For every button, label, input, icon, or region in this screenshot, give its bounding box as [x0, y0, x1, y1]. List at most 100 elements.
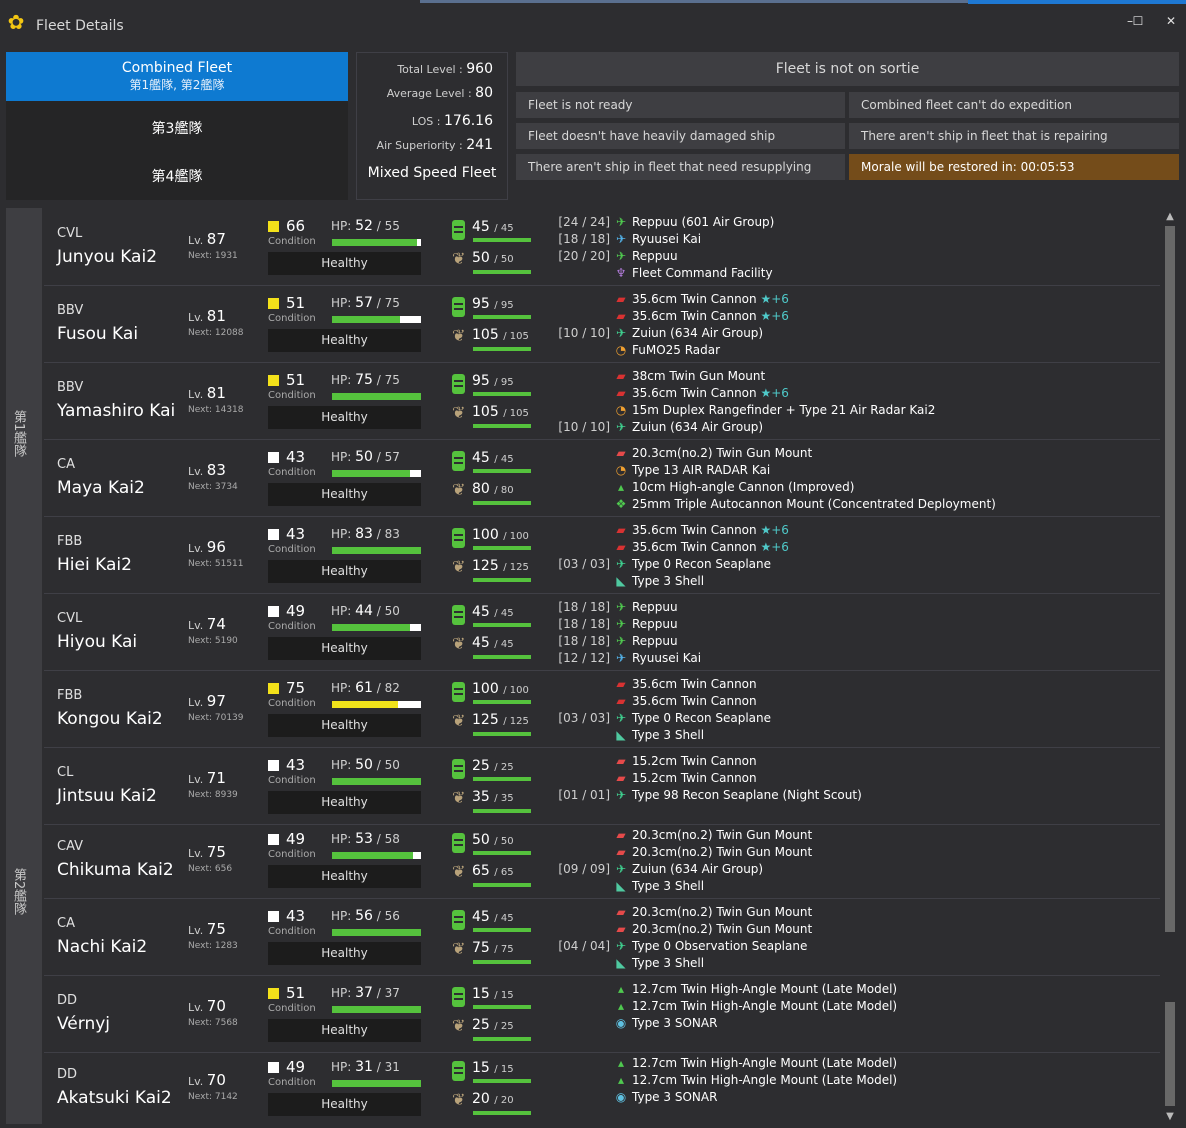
- equipment-item[interactable]: ▰ 15.2cm Twin Cannon: [552, 770, 1152, 787]
- fuel-current: 45: [472, 450, 490, 466]
- ship-name: Nachi Kai2: [57, 937, 148, 957]
- equipment-item[interactable]: ▰ 15.2cm Twin Cannon: [552, 753, 1152, 770]
- equipment-item[interactable]: ▰ 35.6cm Twin Cannon ★+6: [552, 385, 1152, 402]
- ship-row[interactable]: CVL Junyou Kai2 Lv. 87 Next: 1931 66 Conditio…: [44, 209, 1160, 286]
- fleet-speed: Mixed Speed Fleet: [367, 165, 497, 181]
- equipment-item[interactable]: ◔ 15m Duplex Rangefinder + Type 21 Air Ra…: [552, 402, 1152, 419]
- equipment-item[interactable]: ▰ 20.3cm(no.2) Twin Gun Mount: [552, 445, 1152, 462]
- equipment-item[interactable]: ❖ 25mm Triple Autocannon Mount (Concentra…: [552, 496, 1152, 513]
- equipment-item[interactable]: ▰ 35.6cm Twin Cannon: [552, 676, 1152, 693]
- ship-row[interactable]: CVL Hiyou Kai Lv. 74 Next: 5190 49 Condition H…: [44, 594, 1160, 671]
- equipment-item[interactable]: [03 / 03] ✈ Type 0 Recon Seaplane: [552, 556, 1152, 573]
- equipment-item[interactable]: ◉ Type 3 SONAR: [552, 1089, 1152, 1106]
- tab-fleet-4[interactable]: 第4艦隊: [6, 166, 348, 186]
- equipment-item[interactable]: ◣ Type 3 Shell: [552, 727, 1152, 744]
- ship-name: Junyou Kai2: [57, 247, 158, 267]
- ammo-value: 80 / 80: [472, 481, 514, 497]
- hp-display: HP: 50 / 50: [331, 757, 400, 773]
- equipment-improvement-star: ★+6: [760, 386, 789, 400]
- hp-display: HP: 53 / 58: [331, 831, 400, 847]
- ship-row[interactable]: DD Vérnyj Lv. 70 Next: 7568 51 Condition HP: 3…: [44, 976, 1160, 1053]
- equipment-name: 15m Duplex Rangefinder + Type 21 Air Rad…: [632, 402, 935, 419]
- equipment-item[interactable]: [04 / 04] ✈ Type 0 Observation Seaplane: [552, 938, 1152, 955]
- equipment-item[interactable]: ▴ 10cm High-angle Cannon (Improved): [552, 479, 1152, 496]
- equipment-name: Type 0 Recon Seaplane: [632, 556, 771, 573]
- equipment-item[interactable]: ▰ 35.6cm Twin Cannon ★+6: [552, 291, 1152, 308]
- ship-row[interactable]: CAV Chikuma Kai2 Lv. 75 Next: 656 49 Conditio…: [44, 822, 1160, 899]
- hp-bar: [332, 778, 421, 785]
- equipment-item[interactable]: ▰ 35.6cm Twin Cannon: [552, 693, 1152, 710]
- equipment-item[interactable]: ▰ 20.3cm(no.2) Twin Gun Mount: [552, 904, 1152, 921]
- equipment-item[interactable]: ◔ FuMO25 Radar: [552, 342, 1152, 359]
- ship-row[interactable]: FBB Hiei Kai2 Lv. 96 Next: 51511 43 Condition…: [44, 517, 1160, 594]
- ship-row[interactable]: BBV Fusou Kai Lv. 81 Next: 12088 51 Condition…: [44, 286, 1160, 363]
- close-button[interactable]: ✕: [1161, 13, 1181, 29]
- tab-combined-fleet[interactable]: Combined Fleet 第1艦隊, 第2艦隊: [6, 52, 348, 101]
- equipment-name-text: Reppuu: [632, 249, 678, 263]
- equipment-item[interactable]: ▴ 12.7cm Twin High-Angle Mount (Late Mode…: [552, 1055, 1152, 1072]
- ammo-max: 35: [500, 793, 514, 804]
- hp-max: 82: [384, 681, 400, 695]
- equipment-item[interactable]: [03 / 03] ✈ Type 0 Recon Seaplane: [552, 710, 1152, 727]
- equipment-slot-count: [03 / 03]: [558, 557, 610, 571]
- equipment-item[interactable]: ▰ 35.6cm Twin Cannon ★+6: [552, 522, 1152, 539]
- equipment-item[interactable]: ♆ Fleet Command Facility: [552, 265, 1152, 282]
- hp-max: 31: [384, 1060, 400, 1074]
- equipment-item[interactable]: [01 / 01] ✈ Type 98 Recon Seaplane (Night …: [552, 787, 1152, 804]
- equipment-item[interactable]: ▰ 20.3cm(no.2) Twin Gun Mount: [552, 921, 1152, 938]
- fuel-value: 15 / 15: [472, 1060, 514, 1076]
- equipment-name-text: Type 0 Recon Seaplane: [632, 711, 772, 725]
- ammo-icon: ❦: [452, 711, 466, 730]
- equipment-item[interactable]: ◉ Type 3 SONAR: [552, 1015, 1152, 1032]
- fuel-current: 45: [472, 219, 490, 235]
- scroll-down-arrow-icon[interactable]: ▼: [1163, 1110, 1177, 1124]
- tab-fleet-3[interactable]: 第3艦隊: [6, 118, 348, 138]
- equipment-name: FuMO25 Radar: [632, 342, 720, 359]
- equipment-item[interactable]: ▰ 20.3cm(no.2) Twin Gun Mount: [552, 844, 1152, 861]
- ammo-icon: ❦: [452, 557, 466, 576]
- condition-indicator: [268, 529, 279, 540]
- ship-row[interactable]: CA Maya Kai2 Lv. 83 Next: 3734 43 Condition HP…: [44, 440, 1160, 517]
- equipment-item[interactable]: [10 / 10] ✈ Zuiun (634 Air Group): [552, 419, 1152, 436]
- equipment-name: 20.3cm(no.2) Twin Gun Mount: [632, 827, 812, 844]
- ship-row[interactable]: FBB Kongou Kai2 Lv. 97 Next: 70139 75 Conditi…: [44, 671, 1160, 748]
- equipment-item[interactable]: [12 / 12] ✈ Ryuusei Kai: [552, 650, 1152, 667]
- equipment-item[interactable]: ▰ 35.6cm Twin Cannon ★+6: [552, 539, 1152, 556]
- shell-icon: ◣: [616, 879, 626, 893]
- scroll-up-arrow-icon[interactable]: ▲: [1163, 210, 1177, 224]
- equipment-item[interactable]: ▰ 20.3cm(no.2) Twin Gun Mount: [552, 827, 1152, 844]
- equipment-item[interactable]: [18 / 18] ✈ Reppuu: [552, 633, 1152, 650]
- ship-row[interactable]: CL Jintsuu Kai2 Lv. 71 Next: 8939 43 Conditio…: [44, 748, 1160, 825]
- maximize-button[interactable]: ☐: [1128, 13, 1148, 29]
- equipment-item[interactable]: [18 / 18] ✈ Ryuusei Kai: [552, 231, 1152, 248]
- equipment-name: 38cm Twin Gun Mount: [632, 368, 765, 385]
- ship-row[interactable]: BBV Yamashiro Kai Lv. 81 Next: 14318 51 Condi…: [44, 363, 1160, 440]
- equipment-name: Type 3 Shell: [632, 878, 704, 895]
- scroll-thumb[interactable]: [1165, 226, 1175, 932]
- equipment-item[interactable]: [20 / 20] ✈ Reppuu: [552, 248, 1152, 265]
- equipment-item[interactable]: [09 / 09] ✈ Zuiun (634 Air Group): [552, 861, 1152, 878]
- equipment-item[interactable]: ▴ 12.7cm Twin High-Angle Mount (Late Mode…: [552, 998, 1152, 1015]
- hp-max: 57: [384, 450, 400, 464]
- fuel-icon: [452, 605, 465, 625]
- equipment-item[interactable]: ▴ 12.7cm Twin High-Angle Mount (Late Mode…: [552, 1072, 1152, 1089]
- vertical-scrollbar[interactable]: ▲ ▼: [1163, 210, 1177, 1124]
- equipment-item[interactable]: [10 / 10] ✈ Zuiun (634 Air Group): [552, 325, 1152, 342]
- equipment-item[interactable]: ▰ 38cm Twin Gun Mount: [552, 368, 1152, 385]
- equipment-item[interactable]: [18 / 18] ✈ Reppuu: [552, 599, 1152, 616]
- scroll-thumb-lower[interactable]: [1165, 1002, 1175, 1106]
- equipment-item[interactable]: ◣ Type 3 Shell: [552, 955, 1152, 972]
- condition-indicator: [268, 834, 279, 845]
- fuel-current: 100: [472, 527, 499, 543]
- equipment-item[interactable]: ◣ Type 3 Shell: [552, 878, 1152, 895]
- equipment-item[interactable]: ◔ Type 13 AIR RADAR Kai: [552, 462, 1152, 479]
- level-value: 87: [206, 230, 226, 248]
- ammo-value: 35 / 35: [472, 789, 514, 805]
- equipment-item[interactable]: [18 / 18] ✈ Reppuu: [552, 616, 1152, 633]
- ship-row[interactable]: DD Akatsuki Kai2 Lv. 70 Next: 7142 49 Conditi…: [44, 1050, 1160, 1127]
- equipment-item[interactable]: ▰ 35.6cm Twin Cannon ★+6: [552, 308, 1152, 325]
- ship-row[interactable]: CA Nachi Kai2 Lv. 75 Next: 1283 43 Condition H…: [44, 899, 1160, 976]
- equipment-item[interactable]: ▴ 12.7cm Twin High-Angle Mount (Late Mode…: [552, 981, 1152, 998]
- equipment-item[interactable]: [24 / 24] ✈ Reppuu (601 Air Group): [552, 214, 1152, 231]
- equipment-item[interactable]: ◣ Type 3 Shell: [552, 573, 1152, 590]
